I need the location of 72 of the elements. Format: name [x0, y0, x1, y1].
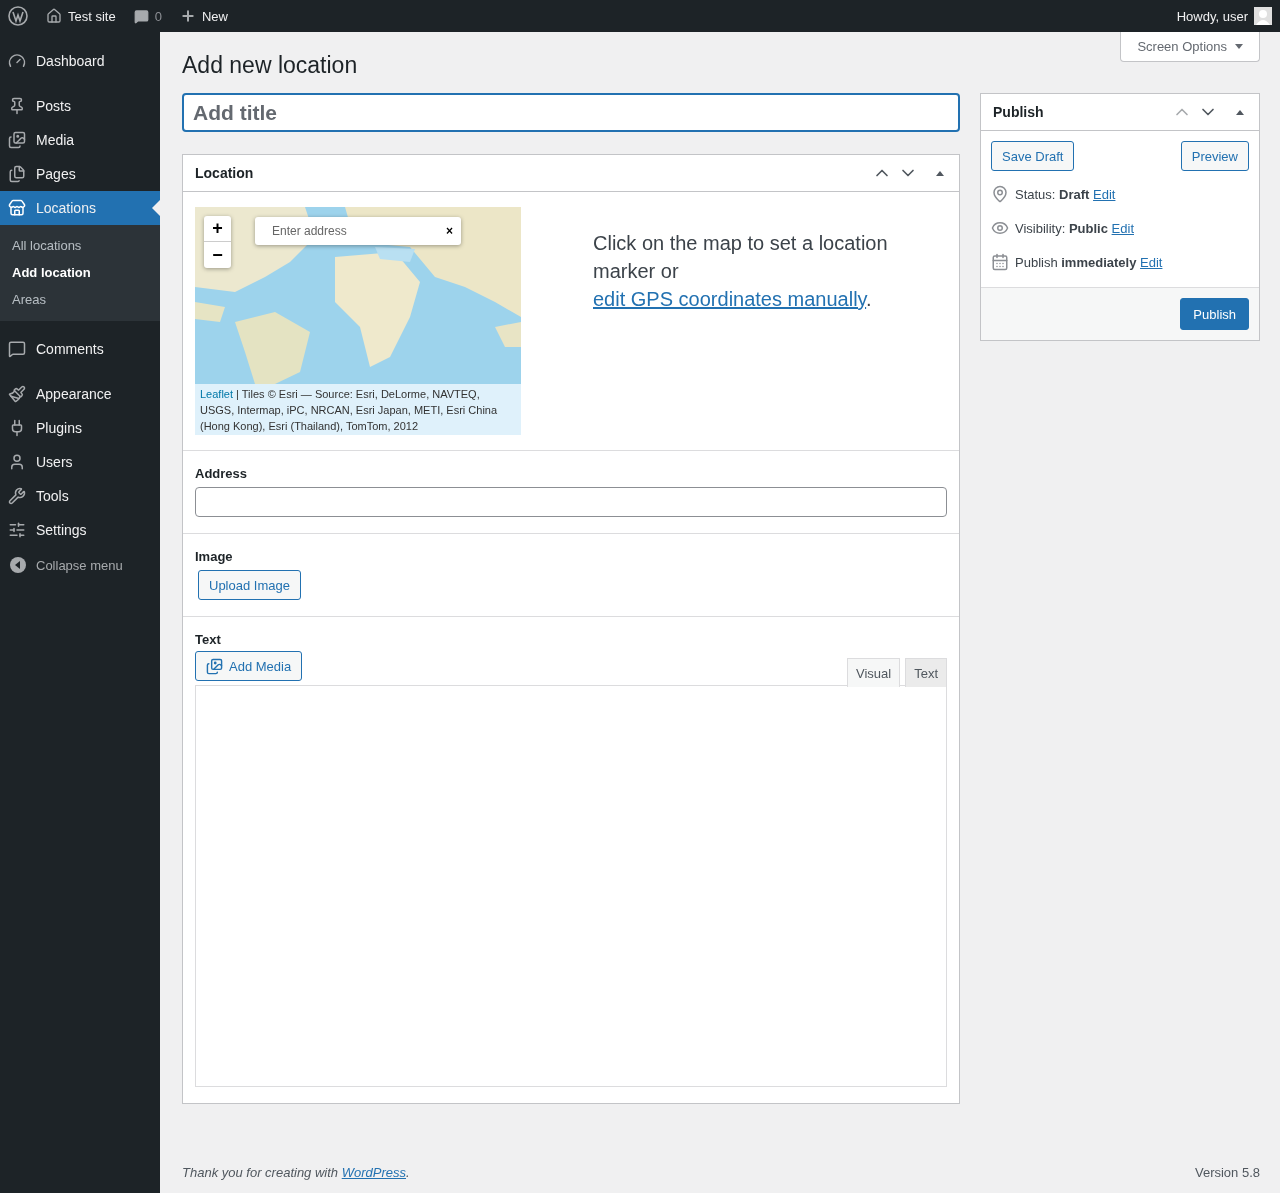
- edit-coordinates-link[interactable]: edit GPS coordinates manually: [593, 288, 867, 310]
- wordpress-link[interactable]: WordPress: [341, 1165, 406, 1180]
- collapse-icon: [10, 557, 26, 573]
- page-title: Add new location: [182, 52, 359, 79]
- upload-image-button[interactable]: Upload Image: [198, 570, 301, 600]
- editor-tab[interactable]: Visual: [846, 658, 901, 687]
- address-search-field[interactable]: Enter address ×: [255, 217, 461, 245]
- menu-item[interactable]: Users: [0, 445, 160, 479]
- submenu-item[interactable]: Add location: [0, 259, 160, 286]
- site-link[interactable]: Test site: [46, 8, 116, 24]
- calendar-icon: [991, 253, 1009, 271]
- menu-item[interactable]: Locations: [0, 191, 160, 225]
- plus-icon: [179, 8, 196, 24]
- text-label: Text: [195, 632, 222, 647]
- footer-credit: Thank you for creating with WordPress.: [182, 1165, 410, 1180]
- submenu-item[interactable]: All locations: [0, 232, 160, 259]
- collapse-menu-button[interactable]: Collapse menu: [0, 547, 160, 583]
- map-hint: Click on the map to set a location marker or edit GPS coordinates manually.: [593, 231, 889, 312]
- panel-title: Publish: [993, 104, 1045, 120]
- menu-item[interactable]: Pages: [0, 157, 160, 191]
- speech-bubble-icon: [133, 8, 149, 24]
- preview-button[interactable]: Preview: [1180, 141, 1249, 171]
- account-link[interactable]: Howdy, user: [1176, 7, 1272, 25]
- comments-link[interactable]: 0: [133, 8, 162, 24]
- wrench-icon: [8, 487, 26, 505]
- media-icon: [8, 131, 26, 149]
- edit-link[interactable]: Edit: [1093, 186, 1116, 202]
- pin-icon: [991, 185, 1009, 203]
- submenu-item[interactable]: Areas: [0, 286, 160, 313]
- media-icon: [206, 657, 223, 675]
- eye-icon: [991, 219, 1009, 237]
- pin-icon: [8, 97, 26, 115]
- home-icon: [46, 8, 62, 24]
- save-draft-button[interactable]: Save Draft: [991, 141, 1075, 171]
- publish-setting: Publish immediately Edit: [1015, 254, 1163, 270]
- title-field[interactable]: Add title: [182, 93, 960, 132]
- store-icon: [8, 199, 26, 217]
- editor-tab[interactable]: Text: [905, 658, 947, 687]
- screen-options-button[interactable]: Screen Options: [1120, 32, 1260, 62]
- panel-title: Location: [195, 165, 255, 181]
- sliders-icon: [8, 521, 26, 539]
- zoom-in-button[interactable]: +: [204, 216, 231, 242]
- leaflet-link[interactable]: Leaflet: [200, 388, 234, 400]
- dashboard-icon: [8, 52, 26, 70]
- menu-item[interactable]: Tools: [0, 479, 160, 513]
- version-text: Version 5.8: [1194, 1165, 1260, 1180]
- menu-item[interactable]: Dashboard: [0, 44, 160, 78]
- pages-icon: [8, 165, 26, 183]
- menu-item[interactable]: Media: [0, 123, 160, 157]
- address-field[interactable]: [195, 487, 947, 517]
- wordpress-logo-icon[interactable]: [8, 6, 28, 26]
- speech-bubble-icon: [8, 340, 26, 358]
- publish-button[interactable]: Publish: [1180, 298, 1249, 330]
- menu-item[interactable]: Plugins: [0, 411, 160, 445]
- menu-item[interactable]: Posts: [0, 89, 160, 123]
- map-attribution: Leaflet | Tiles © Esri — Source: Esri, DeLorme, NAVTEQ, USGS, Intermap, iPC, NRCAN, Esri Japan, METI, Esri China (Hong Kong), Esri (Thailand), TomTom, 2012: [195, 384, 521, 435]
- publish-setting: Status: Draft Edit: [1015, 186, 1116, 202]
- menu-item[interactable]: Appearance: [0, 377, 160, 411]
- menu-item[interactable]: Settings: [0, 513, 160, 547]
- address-label: Address: [195, 466, 249, 481]
- clear-button[interactable]: ×: [446, 224, 453, 238]
- publish-setting: Visibility: Public Edit: [1015, 220, 1134, 236]
- add-media-button[interactable]: Add Media: [195, 651, 303, 681]
- edit-link[interactable]: Edit: [1140, 254, 1163, 270]
- user-icon: [8, 453, 26, 471]
- zoom-out-button[interactable]: −: [204, 242, 231, 268]
- new-link[interactable]: New: [179, 8, 228, 24]
- image-label: Image: [195, 549, 234, 564]
- paintbrush-icon: [8, 385, 26, 403]
- edit-link[interactable]: Edit: [1111, 220, 1134, 236]
- menu-item[interactable]: Comments: [0, 332, 160, 366]
- avatar-icon: [1254, 7, 1272, 25]
